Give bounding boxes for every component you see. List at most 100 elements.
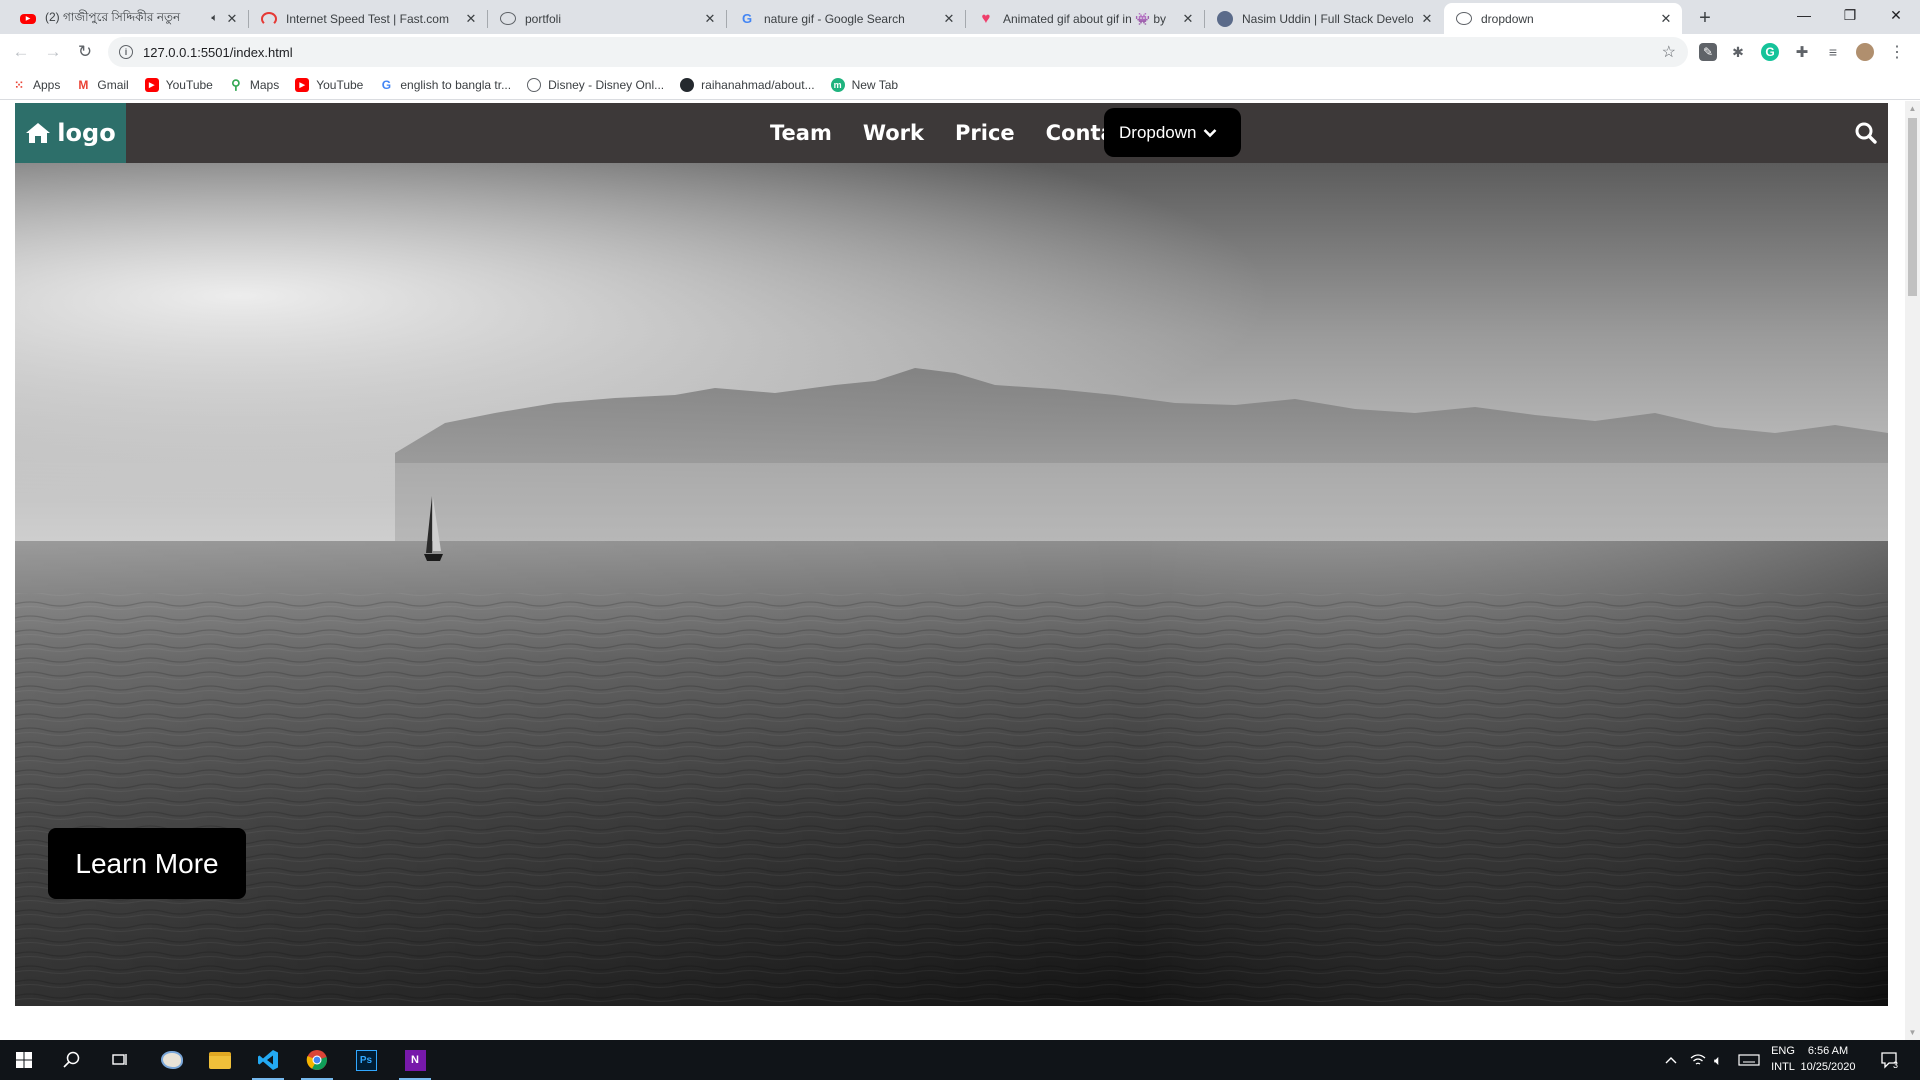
site-navbar: logo Team Work Price Contact Dropdown [15,103,1888,163]
page-viewport: logo Team Work Price Contact Dropdown Le… [0,101,1905,1040]
dropdown-label: Dropdown [1119,122,1197,142]
logo-text: logo [57,119,116,147]
chrome-app[interactable] [293,1040,341,1080]
clock-time: 6:56 AM [1807,1045,1849,1057]
page-scrollbar[interactable]: ▲ ▼ [1905,101,1920,1040]
nav-work[interactable]: Work [863,121,924,145]
system-clock[interactable]: 6:56 AM 10/25/2020 [1799,1043,1857,1075]
maps-icon: ⚲ [231,76,241,92]
folder-icon [209,1051,231,1069]
bookmark-translate[interactable]: Genglish to bangla tr... [379,78,511,92]
back-button[interactable]: ← [8,39,34,65]
bookmark-label: raihanahmad/about... [701,77,815,92]
bookmark-youtube-2[interactable]: ▶ YouTube [295,77,363,92]
bookmark-new-tab[interactable]: m New Tab [830,77,898,92]
tab-animated-gif[interactable]: ♥ Animated gif about gif in 👾 by ✕ [966,3,1204,34]
menu-kebab-icon[interactable]: ⋮ [1888,43,1906,61]
info-icon[interactable]: i [119,45,133,59]
github-icon [680,77,695,92]
scroll-down-arrow[interactable]: ▼ [1905,1025,1920,1040]
bookmark-maps[interactable]: ⚲ Maps [229,76,280,92]
bookmarks-bar: ⁙ Apps M Gmail ▶ YouTube ⚲ Maps ▶ YouTube Gen… [0,70,1920,100]
media-control-icon[interactable]: ≡ [1824,43,1842,61]
site-logo[interactable]: logo [15,103,126,163]
vscode-app[interactable] [244,1040,292,1080]
dropdown-button[interactable]: Dropdown [1104,108,1241,157]
extension-pen-icon[interactable]: ✎ [1699,43,1717,61]
m-icon: m [830,77,845,92]
close-icon[interactable]: ✕ [1419,11,1435,27]
tab-strip: ▶ (2) গাজীপুরে সিদ্দিকীর নতুন 🔈︎ ✕ Inter… [0,0,1920,34]
youtube-icon: ▶ [144,77,159,92]
home-icon [26,123,51,143]
close-icon[interactable]: ✕ [702,11,718,27]
bookmark-disney[interactable]: Disney - Disney Onl... [527,77,664,92]
start-button[interactable] [0,1040,48,1080]
keyboard-layout: INTL [1771,1061,1795,1073]
globe-icon [1456,12,1472,25]
heart-icon: ♥ [981,10,991,27]
notification-count: 3 [1893,1060,1899,1070]
new-tab-button[interactable]: + [1693,6,1717,30]
address-bar[interactable]: i 127.0.0.1:5501/index.html ☆ [108,37,1688,67]
tab-title: Animated gif about gif in 👾 by [1003,11,1167,26]
restore-button[interactable]: ❐ [1827,0,1873,30]
forward-button[interactable]: → [40,39,66,65]
search-taskbar-button[interactable] [48,1040,96,1080]
reload-button[interactable]: ↻ [72,39,98,65]
browser-toolbar: ← → ↻ i 127.0.0.1:5501/index.html ☆ ✎ ✱ … [0,34,1920,70]
language-indicator[interactable]: ENG INTL [1766,1043,1800,1075]
close-icon[interactable]: ✕ [941,11,957,27]
mute-icon[interactable]: 🔈︎ [211,12,218,25]
close-icon[interactable]: ✕ [1180,11,1196,27]
scroll-up-arrow[interactable]: ▲ [1905,101,1920,116]
close-icon[interactable]: ✕ [1658,11,1674,27]
tab-google-search[interactable]: G nature gif - Google Search ✕ [727,3,965,34]
bookmark-apps[interactable]: ⁙ Apps [12,78,60,92]
grammarly-icon[interactable]: G [1761,43,1779,61]
youtube-icon: ▶ [20,13,36,24]
bookmark-github[interactable]: raihanahmad/about... [680,77,815,92]
tray-overflow-chevron[interactable] [1664,1040,1678,1080]
paint-app[interactable] [148,1040,196,1080]
close-icon[interactable]: ✕ [463,11,479,27]
bookmark-gmail[interactable]: M Gmail [76,78,128,92]
nav-links: Team Work Price Contact [770,103,1137,163]
chevron-up-icon [1665,1057,1677,1064]
tab-portfoli[interactable]: portfoli ✕ [488,3,726,34]
minimize-button[interactable]: — [1781,0,1827,30]
close-window-button[interactable]: ✕ [1873,0,1919,30]
extension-bug-icon[interactable]: ✱ [1729,43,1747,61]
tab-dropdown[interactable]: dropdown ✕ [1444,3,1682,34]
bookmark-label: Maps [249,77,280,92]
windows-taskbar: Ps N 🔈︎ ENG INTL 6:56 AM 10/25/2020 3 [0,1040,1920,1080]
hero-image: Learn More [15,163,1888,1006]
bookmark-label: english to bangla tr... [400,77,512,92]
url-text: 127.0.0.1:5501/index.html [143,44,293,60]
profile-avatar[interactable] [1856,43,1874,61]
photoshop-icon: Ps [355,1049,377,1071]
keyboard-icon[interactable] [1738,1040,1760,1080]
extensions-puzzle-icon[interactable]: ✚ [1793,43,1811,61]
volume-icon[interactable]: 🔈︎ [1714,1040,1722,1080]
sea-landscape-image [15,163,1888,1006]
task-view-icon [112,1054,127,1065]
nav-price[interactable]: Price [955,121,1015,145]
search-icon[interactable] [1854,121,1878,145]
tab-youtube[interactable]: ▶ (2) গাজীপুরে সিদ্দিকীর নতুন 🔈︎ ✕ [8,3,248,34]
tab-fast[interactable]: Internet Speed Test | Fast.com ✕ [249,3,487,34]
close-icon[interactable]: ✕ [224,11,240,27]
bookmark-star-icon[interactable]: ☆ [1662,42,1676,62]
avatar-icon [1217,10,1233,27]
nav-team[interactable]: Team [770,121,832,145]
learn-more-button[interactable]: Learn More [48,828,246,899]
bookmark-youtube[interactable]: ▶ YouTube [144,77,213,92]
photoshop-app[interactable]: Ps [342,1040,390,1080]
tab-nasim-uddin[interactable]: Nasim Uddin | Full Stack Develop ✕ [1205,3,1443,34]
scroll-thumb[interactable] [1908,118,1917,296]
notifications-button[interactable]: 3 [1880,1040,1898,1080]
file-explorer-app[interactable] [196,1040,244,1080]
onenote-app[interactable]: N [391,1040,439,1080]
task-view-button[interactable] [96,1040,144,1080]
wifi-icon[interactable] [1690,1040,1706,1080]
